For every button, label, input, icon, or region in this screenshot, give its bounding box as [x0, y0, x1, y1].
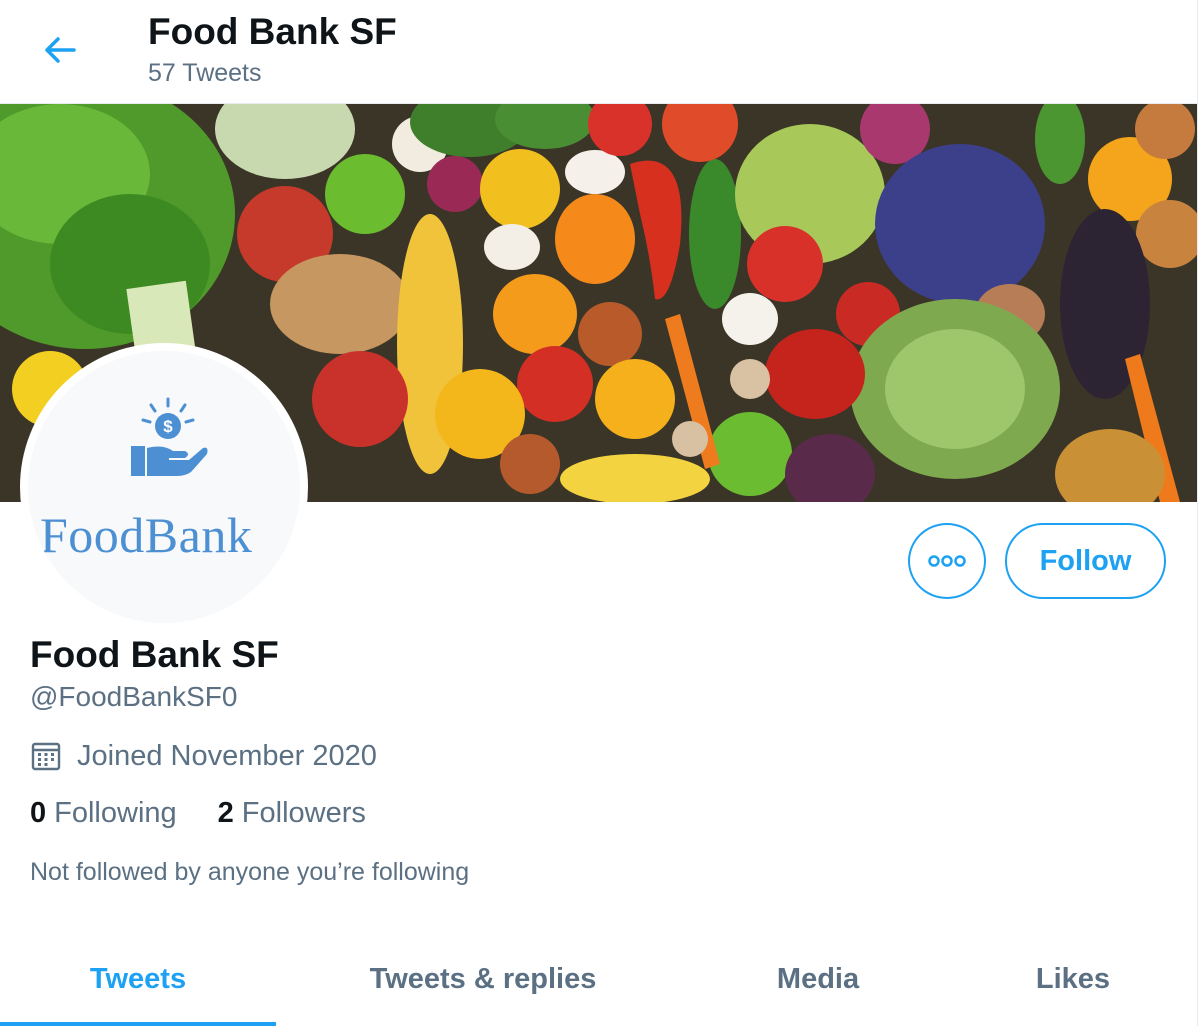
followers-link[interactable]: 2 Followers	[218, 797, 366, 830]
follow-button[interactable]: Follow	[1005, 523, 1166, 599]
arrow-left-icon	[45, 37, 76, 63]
joined-date: Joined November 2020	[30, 738, 377, 774]
header-tweet-count: 57 Tweets	[148, 59, 262, 87]
profile-header-bar: Food Bank SF 57 Tweets	[0, 0, 1197, 104]
following-label: Following	[54, 797, 177, 829]
followers-count: 2	[217, 797, 234, 829]
tab-tweets-and-replies[interactable]: Tweets & replies	[318, 935, 648, 1023]
followed-by-notice: Not followed by anyone you’re following	[30, 858, 470, 886]
profile-handle: @FoodBankSF0	[30, 681, 238, 712]
more-dots-icon	[928, 555, 966, 567]
profile-avatar[interactable]: $ FoodBank	[20, 343, 308, 631]
following-count: 0	[30, 797, 47, 829]
avatar-logo-background: $ FoodBank	[28, 351, 300, 623]
joined-text: Joined November 2020	[77, 739, 377, 772]
more-options-button[interactable]	[908, 523, 986, 599]
active-tab-indicator	[0, 1022, 276, 1026]
back-button[interactable]	[30, 22, 90, 78]
tab-likes[interactable]: Likes	[985, 935, 1161, 1023]
donation-hand-icon: $	[131, 397, 208, 476]
profile-display-name: Food Bank SF	[30, 634, 279, 675]
svg-text:$: $	[163, 417, 173, 436]
tab-tweets[interactable]: Tweets	[0, 935, 276, 1023]
followers-label: Followers	[241, 797, 366, 829]
calendar-icon	[31, 742, 61, 771]
follow-stats: 0 Following 2 Followers	[30, 797, 366, 830]
profile-page: Food Bank SF 57 Tweets $ FoodBank Follow…	[0, 0, 1198, 1026]
header-title: Food Bank SF	[148, 11, 397, 52]
profile-tabs: Tweets Tweets & replies Media Likes	[0, 935, 1197, 1026]
tab-media[interactable]: Media	[720, 935, 916, 1023]
following-link[interactable]: 0 Following	[30, 797, 177, 830]
avatar-logo-text: FoodBank	[40, 507, 253, 563]
